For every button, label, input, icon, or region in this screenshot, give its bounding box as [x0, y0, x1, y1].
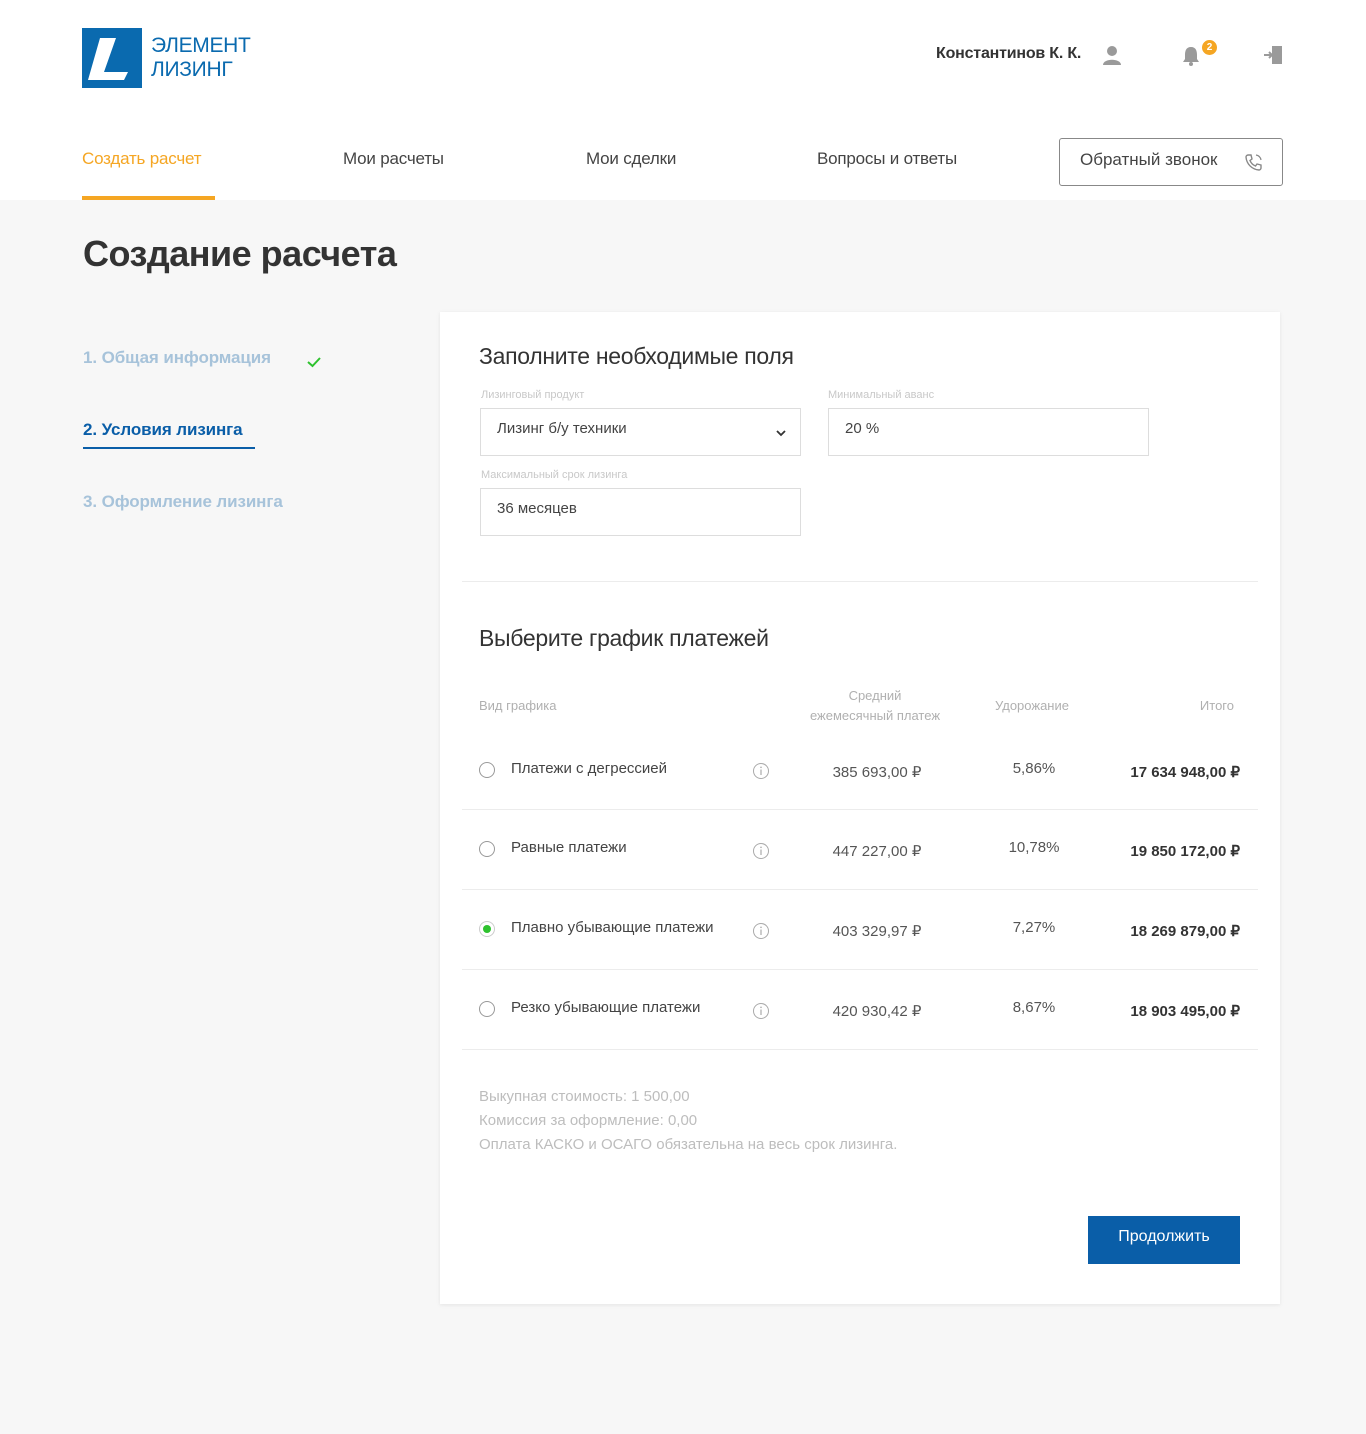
schedule-increase: 5,86%: [1012, 760, 1056, 777]
row-divider: [462, 1049, 1258, 1050]
schedule-monthly: 447 227,00 ₽: [832, 843, 922, 860]
term-label: Максимальный срок лизинга: [481, 469, 628, 481]
page-title: Создание расчета: [83, 233, 397, 274]
info-icon[interactable]: [752, 1002, 770, 1020]
calculation-card: Заполните необходимые поля Лизинговый пр…: [440, 312, 1280, 1304]
col-header-monthly-line2: ежемесячный платеж: [809, 708, 941, 723]
product-label: Лизинговый продукт: [481, 389, 585, 401]
radio-button[interactable]: [479, 762, 495, 778]
info-icon[interactable]: [752, 762, 770, 780]
schedule-monthly: 385 693,00 ₽: [832, 764, 922, 781]
advance-value: 20 %: [845, 420, 880, 437]
user-icon[interactable]: [1101, 44, 1123, 66]
schedule-row[interactable]: Равные платежи 447 227,00 ₽ 10,78% 19 85…: [462, 809, 1258, 890]
note-commission: Комиссия за оформление: 0,00: [479, 1112, 698, 1129]
schedule-title: Выберите график платежей: [479, 625, 769, 651]
brand-line2: ЛИЗИНГ: [151, 58, 233, 81]
header: ЭЛЕМЕНТ ЛИЗИНГ Константинов К. К. 2 Созд…: [0, 0, 1366, 200]
nav-active-indicator: [82, 196, 215, 200]
logout-icon[interactable]: [1263, 44, 1285, 66]
nav-my-calculations[interactable]: Мои расчеты: [343, 149, 444, 169]
step-general-info[interactable]: 1. Общая информация: [83, 348, 271, 368]
user-name[interactable]: Константинов К. К.: [936, 45, 1081, 63]
advance-field[interactable]: 20 %: [828, 408, 1149, 456]
schedule-row[interactable]: Резко убывающие платежи 420 930,42 ₽ 8,6…: [462, 969, 1258, 1050]
term-value: 36 месяцев: [497, 500, 577, 517]
col-header-type: Вид графика: [479, 698, 557, 713]
radio-button-selected[interactable]: [479, 921, 495, 937]
nav-create-calculation[interactable]: Создать расчет: [82, 149, 201, 169]
info-icon[interactable]: [752, 922, 770, 940]
step-leasing-terms[interactable]: 2. Условия лизинга: [83, 420, 243, 440]
schedule-increase: 7,27%: [1012, 919, 1056, 936]
notifications-badge: 2: [1202, 40, 1217, 55]
schedule-total: 18 269 879,00 ₽: [1130, 923, 1240, 940]
schedule-row[interactable]: Плавно убывающие платежи 403 329,97 ₽ 7,…: [462, 889, 1258, 970]
schedule-monthly: 403 329,97 ₽: [832, 923, 922, 940]
product-select[interactable]: Лизинг б/у техники: [480, 408, 801, 456]
schedule-name: Плавно убывающие платежи: [511, 919, 714, 936]
schedule-name: Резко убывающие платежи: [511, 999, 701, 1016]
info-icon[interactable]: [752, 842, 770, 860]
schedule-name: Равные платежи: [511, 839, 627, 856]
schedule-total: 18 903 495,00 ₽: [1130, 1003, 1240, 1020]
phone-icon: [1244, 152, 1264, 172]
callback-button[interactable]: Обратный звонок: [1059, 138, 1283, 186]
col-header-total: Итого: [1199, 698, 1234, 713]
step-active-indicator: [83, 447, 255, 449]
callback-label: Обратный звонок: [1080, 150, 1218, 169]
nav-faq[interactable]: Вопросы и ответы: [817, 149, 957, 169]
chevron-down-icon: [774, 426, 788, 440]
note-insurance: Оплата КАСКО и ОСАГО обязательна на весь…: [479, 1136, 898, 1153]
col-header-monthly-line1: Средний: [848, 688, 902, 703]
schedule-total: 19 850 172,00 ₽: [1130, 843, 1240, 860]
schedule-row[interactable]: Платежи с дегрессией 385 693,00 ₽ 5,86% …: [462, 729, 1258, 810]
section-divider: [462, 581, 1258, 582]
bell-icon[interactable]: [1181, 45, 1203, 67]
step-leasing-registration[interactable]: 3. Оформление лизинга: [83, 492, 283, 512]
schedule-increase: 10,78%: [1008, 839, 1060, 856]
col-header-monthly: Средний ежемесячный платеж: [800, 686, 950, 726]
note-buyout: Выкупная стоимость: 1 500,00: [479, 1088, 690, 1105]
continue-button[interactable]: Продолжить: [1088, 1216, 1240, 1264]
schedule-total: 17 634 948,00 ₽: [1130, 764, 1240, 781]
radio-button[interactable]: [479, 841, 495, 857]
col-header-increase: Удорожание: [995, 698, 1069, 713]
radio-button[interactable]: [479, 1001, 495, 1017]
brand-logo[interactable]: ЭЛЕМЕНТ ЛИЗИНГ: [82, 28, 252, 88]
nav-my-deals[interactable]: Мои сделки: [586, 149, 676, 169]
term-field[interactable]: 36 месяцев: [480, 488, 801, 536]
schedule-name: Платежи с дегрессией: [511, 760, 668, 777]
product-value: Лизинг б/у техники: [497, 420, 627, 437]
schedule-monthly: 420 930,42 ₽: [832, 1003, 922, 1020]
form-title: Заполните необходимые поля: [479, 343, 794, 369]
check-icon: [305, 354, 323, 370]
brand-line1: ЭЛЕМЕНТ: [151, 34, 251, 57]
schedule-increase: 8,67%: [1012, 999, 1056, 1016]
logo-mark-icon: [82, 28, 142, 88]
advance-label: Минимальный аванс: [828, 389, 935, 401]
